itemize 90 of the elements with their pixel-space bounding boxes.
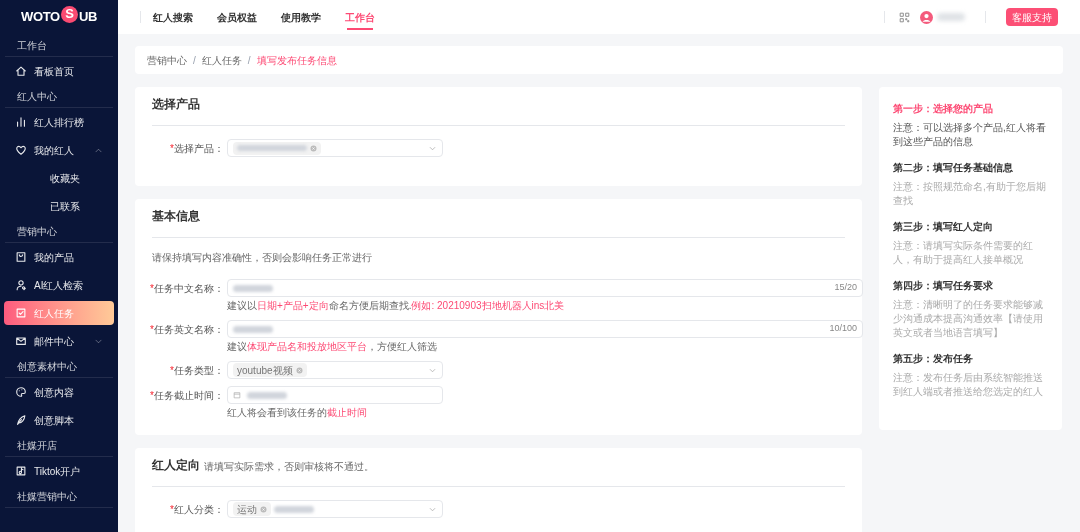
step-title: 第二步：填写任务基础信息 xyxy=(893,161,1014,175)
breadcrumb-link[interactable]: 营销中心 xyxy=(147,52,187,68)
home-icon xyxy=(15,65,27,77)
section-title: 基本信息 xyxy=(152,208,200,225)
mail-icon xyxy=(15,335,27,347)
field-hint: 截止时间 xyxy=(327,406,367,420)
sidebar-section-title: 社媒营销中心 xyxy=(17,489,77,504)
field-hint: 命名方便后期查找. xyxy=(328,299,412,313)
input-field[interactable]: 10/100 xyxy=(227,320,863,338)
date-field[interactable] xyxy=(227,386,443,404)
sidebar-item[interactable]: Tiktok开户 xyxy=(4,459,114,483)
required-mark: * xyxy=(150,388,154,403)
required-mark: * xyxy=(170,502,174,517)
sidebar-subitem[interactable]: 已联系 xyxy=(4,193,114,219)
section-title: 选择产品 xyxy=(152,96,200,113)
field-label: 任务英文名称： xyxy=(154,322,224,337)
heart-icon xyxy=(15,144,27,156)
section-note: 请保持填写内容准确性，否则会影响任务正常进行 xyxy=(152,251,373,265)
select-field[interactable]: youtube视频 xyxy=(227,361,443,379)
field-label: 任务中文名称： xyxy=(154,281,224,296)
field-hint: 日期+产品+定向 xyxy=(257,299,329,313)
tag[interactable] xyxy=(233,141,321,155)
sidebar-section-title: 红人中心 xyxy=(17,89,57,104)
step-note: 注意：发布任务后由系统智能推送到红人端或者推送给您选定的红人 xyxy=(893,371,1044,399)
avatar xyxy=(920,10,933,24)
music-note-icon xyxy=(15,465,27,477)
character-counter: 15/20 xyxy=(834,281,857,295)
sidebar-item[interactable]: 我的产品 xyxy=(4,245,114,269)
field-hint: 例如: 20210903扫地机器人ins北美 xyxy=(411,299,565,313)
field-hint: 体现产品名和投放地区平台 xyxy=(247,340,367,354)
field-hint: 建议 xyxy=(227,340,247,354)
palette-icon xyxy=(15,386,27,398)
section-subtitle: 请填写实际需求，否则审核将不通过。 xyxy=(204,460,374,474)
sidebar-section-title: 创意素材中心 xyxy=(17,359,77,374)
tag[interactable]: 运动 xyxy=(233,502,271,516)
field-hint: 红人将会看到该任务的 xyxy=(227,406,327,420)
calendar-icon xyxy=(233,391,241,399)
field-label: 任务类型： xyxy=(174,363,224,378)
required-mark: * xyxy=(170,363,174,378)
section-title: 红人定向 xyxy=(152,457,200,474)
bar-chart-icon xyxy=(15,116,27,128)
character-counter: 10/100 xyxy=(829,322,857,336)
qr-code-icon xyxy=(899,11,910,23)
step-title: 第一步：选择您的产品 xyxy=(893,102,994,116)
breadcrumb-current: 填写发布任务信息 xyxy=(256,53,337,68)
step-title: 第四步：填写任务要求 xyxy=(893,279,994,293)
field-label: 选择产品： xyxy=(174,141,224,156)
sidebar-item[interactable]: 邮件中心 xyxy=(4,329,114,353)
sidebar-subitem[interactable]: 收藏夹 xyxy=(4,165,114,191)
leaf-icon xyxy=(15,414,27,426)
clear-icon xyxy=(295,366,303,374)
required-mark: * xyxy=(150,322,154,337)
breadcrumb-link[interactable]: 红人任务 xyxy=(201,52,242,68)
step-note: 注意：按照规范命名,有助于您后期查找 xyxy=(893,180,1047,208)
sidebar-item[interactable]: 我的红人 xyxy=(4,138,114,162)
nav-tab[interactable]: 红人搜索 xyxy=(153,0,193,34)
blurred-username xyxy=(937,13,965,21)
field-label: 红人分类： xyxy=(174,502,224,517)
required-mark: * xyxy=(170,141,174,156)
step-title: 第三步：填写红人定向 xyxy=(893,220,994,234)
sidebar-item[interactable]: 创意内容 xyxy=(4,380,114,404)
step-note: 注意：请填写实际条件需要的红人，有助于提高红人接单概况 xyxy=(893,239,1034,267)
nav-tab[interactable]: 会员权益 xyxy=(217,0,257,34)
breadcrumb-separator: / xyxy=(193,53,196,68)
sidebar-item[interactable]: AI红人检索 xyxy=(4,273,114,297)
breadcrumb-separator: / xyxy=(247,53,251,68)
clear-icon xyxy=(260,505,267,513)
select-field[interactable]: 运动 xyxy=(227,500,443,518)
required-mark: * xyxy=(150,281,154,296)
checkbox-icon xyxy=(15,307,27,319)
sidebar-item[interactable]: 创意脚本 xyxy=(4,408,114,432)
sidebar-item[interactable]: 看板首页 xyxy=(4,59,114,83)
bag-icon xyxy=(15,251,27,263)
step-note: 注意：清晰明了的任务要求能够减少沟通成本提高沟通效率【请使用英文或者当地语言填写】 xyxy=(893,298,1044,340)
sidebar-section-title: 社媒开店 xyxy=(17,438,57,453)
sidebar-section-title: 工作台 xyxy=(17,38,47,53)
tag[interactable]: youtube视频 xyxy=(233,363,307,377)
select-field[interactable] xyxy=(227,139,443,157)
input-field[interactable]: 15/20 xyxy=(227,279,863,297)
user-search-icon xyxy=(15,279,27,291)
step-title: 第五步：发布任务 xyxy=(893,352,974,366)
field-label: 任务截止时间： xyxy=(154,388,224,403)
sidebar-item[interactable]: 红人排行榜 xyxy=(4,110,114,134)
nav-tab[interactable]: 使用教学 xyxy=(281,0,321,34)
step-note: 注意：可以选择多个产品,红人将看到这些产品的信息 xyxy=(893,121,1047,149)
clear-icon xyxy=(310,144,317,152)
field-hint: ，方便红人筛选 xyxy=(367,340,437,354)
logo: WOTO S UB xyxy=(19,4,98,27)
sidebar-section-title: 营销中心 xyxy=(17,224,57,239)
field-hint: 建议以 xyxy=(227,299,257,313)
